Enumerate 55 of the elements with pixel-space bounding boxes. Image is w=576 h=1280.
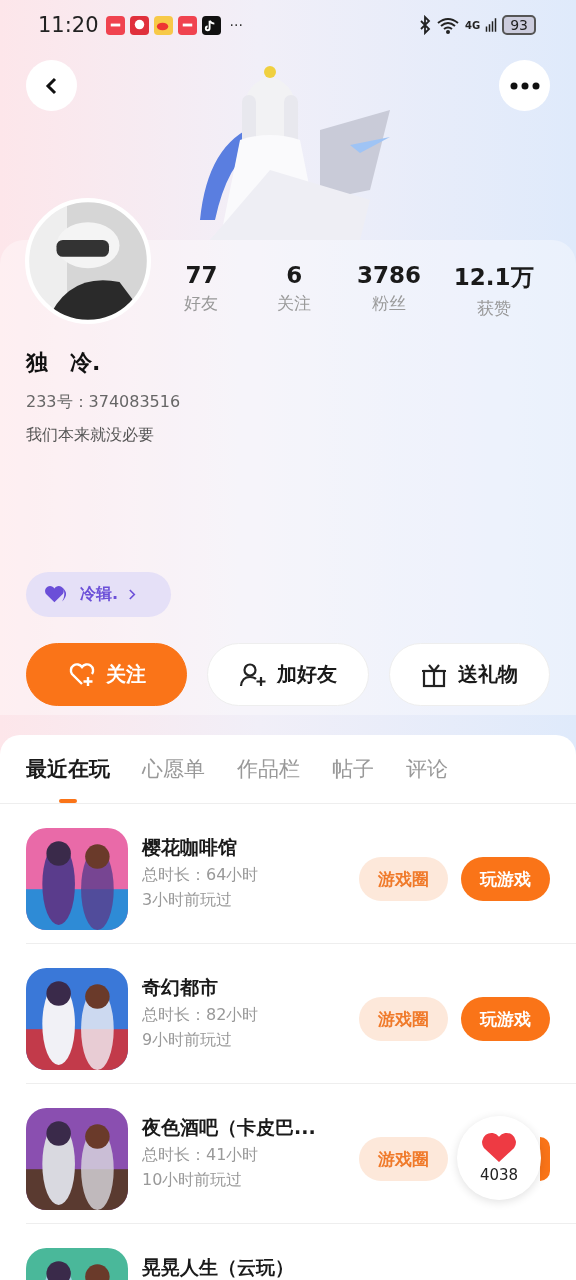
game-title: 奇幻都市 (142, 976, 219, 999)
bluetooth-icon (419, 15, 431, 35)
game-circle-button[interactable]: 游戏圈 (359, 997, 448, 1041)
stat-value: 3786 (357, 262, 421, 288)
relation-tag[interactable]: 冷辑. (26, 572, 171, 617)
last-played: 9小时前玩过 (142, 1030, 234, 1050)
game-circle-button[interactable]: 游戏圈 (359, 857, 448, 901)
tab[interactable]: 心愿单 (142, 735, 205, 803)
battery-level: 93 (502, 15, 536, 35)
tab[interactable]: 最近在玩 (26, 735, 110, 803)
user-name: 独 冷. (26, 349, 102, 377)
last-played: 10小时前玩过 (142, 1170, 244, 1190)
game-circle-button[interactable]: 游戏圈 (359, 1137, 448, 1181)
more-notifications: ··· (229, 17, 243, 33)
add-person-icon (239, 661, 267, 688)
play-game-button[interactable]: 玩游戏 (461, 997, 550, 1041)
signal-icon (485, 15, 498, 35)
gift-button[interactable]: 送礼物 (388, 643, 550, 706)
app-notification-icon (153, 15, 173, 35)
stat-value: 77 (185, 262, 218, 288)
game-title: 夜色酒吧（卡皮巴... (142, 1116, 317, 1139)
play-duration: 总时长：64小时 (142, 864, 260, 884)
play-game-button[interactable]: 玩游戏 (461, 857, 550, 901)
play-duration: 总时长：41小时 (142, 1144, 260, 1164)
last-played: 3小时前玩过 (142, 890, 234, 910)
chevron-icon (128, 588, 138, 601)
follow-button[interactable]: 关注 (26, 643, 188, 706)
stat-label: 关注 (277, 292, 312, 315)
user-bio: 我们本来就没必要 (26, 425, 155, 446)
app-notification-icon (105, 15, 125, 35)
back-button[interactable] (26, 60, 77, 111)
stat-label: 粉丝 (372, 292, 406, 315)
app-notification-icon (177, 15, 197, 35)
play-duration: 总时长：82小时 (142, 1004, 260, 1024)
play-game-button[interactable] (540, 1137, 550, 1181)
app-notification-icon (201, 15, 221, 35)
more-icon (509, 81, 540, 90)
tab[interactable]: 评论 (406, 735, 448, 803)
user-id: 233号：374083516 (26, 392, 182, 413)
status-time: 11:20 (38, 13, 99, 37)
stat-label: 获赞 (476, 297, 511, 320)
app-notification-icon (129, 15, 149, 35)
stat-value: 12.1万 (453, 263, 534, 292)
network-type: 4G (465, 19, 481, 31)
tab[interactable]: 帖子 (332, 735, 374, 803)
stat-label: 好友 (184, 292, 219, 315)
stat-value: 6 (286, 262, 303, 288)
heart-icon (480, 1132, 518, 1164)
tab[interactable]: 作品栏 (237, 735, 300, 803)
game-title: 晃晃人生（云玩） (142, 1256, 295, 1279)
game-title: 樱花咖啡馆 (142, 836, 238, 859)
add-friend-button[interactable]: 加好友 (207, 643, 369, 706)
wifi-icon (436, 15, 460, 35)
heart-plus-icon (67, 661, 96, 688)
more-button[interactable] (499, 60, 550, 111)
